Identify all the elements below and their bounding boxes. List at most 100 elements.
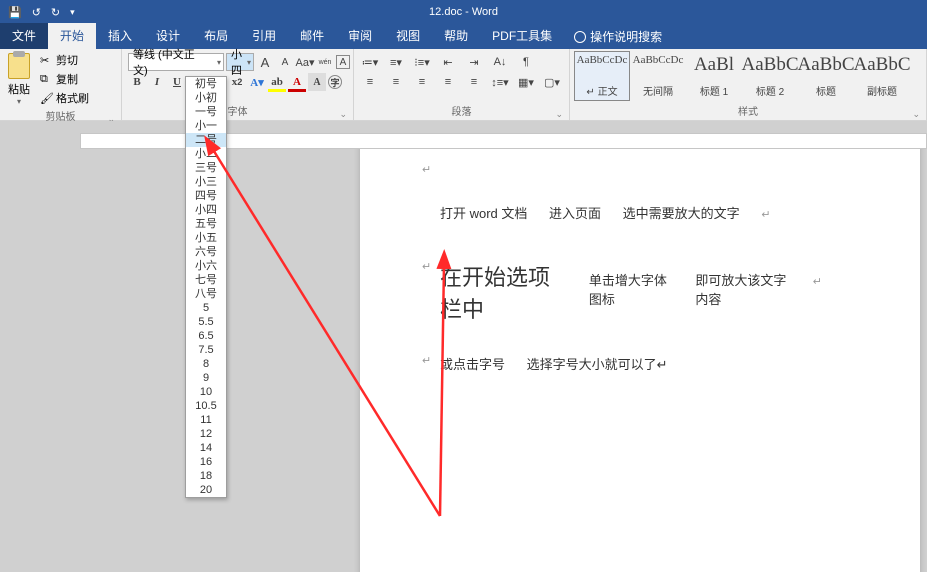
paste-button[interactable]: 粘贴 ▾ — [4, 51, 34, 108]
cut-button[interactable]: ✂剪切 — [36, 51, 93, 69]
decrease-indent-button[interactable]: ⇤ — [438, 53, 458, 71]
style-item-5[interactable]: AaBbC副标题 — [854, 51, 910, 101]
style-name: 标题 2 — [756, 83, 784, 98]
tab-home[interactable]: 开始 — [48, 23, 96, 49]
font-size-option[interactable]: 七号 — [186, 273, 226, 287]
font-size-option[interactable]: 六号 — [186, 245, 226, 259]
font-size-option[interactable]: 12 — [186, 427, 226, 441]
font-size-combo[interactable]: 小四 — [226, 53, 254, 71]
cut-label: 剪切 — [56, 52, 78, 68]
font-name-combo[interactable]: 等线 (中文正文) — [128, 53, 224, 71]
change-case-button[interactable]: Aa▾ — [296, 53, 314, 71]
tab-help[interactable]: 帮助 — [432, 23, 480, 49]
style-name: 无间隔 — [643, 83, 673, 98]
font-size-option[interactable]: 小六 — [186, 259, 226, 273]
phonetic-guide-button[interactable]: wén — [316, 53, 334, 71]
bullets-button[interactable]: ≔▾ — [360, 53, 380, 71]
font-size-option[interactable]: 5 — [186, 301, 226, 315]
redo-icon[interactable]: ↻ — [51, 6, 60, 19]
tell-me-search[interactable]: 操作说明搜索 — [564, 24, 672, 49]
numbering-button[interactable]: ≡▾ — [386, 53, 406, 71]
font-size-option[interactable]: 小初 — [186, 91, 226, 105]
char-shading-button[interactable]: A — [308, 73, 326, 91]
paste-icon — [8, 53, 30, 79]
enclose-char-button[interactable]: 字 — [328, 75, 342, 89]
group-styles-label: 样式 — [574, 103, 922, 120]
font-size-option[interactable]: 小一 — [186, 119, 226, 133]
justify-button[interactable]: ≡ — [438, 73, 458, 91]
style-item-2[interactable]: AaBl标题 1 — [686, 51, 742, 101]
font-size-option[interactable]: 二号 — [186, 133, 226, 147]
style-item-0[interactable]: AaBbCcDc↵ 正文 — [574, 51, 630, 101]
font-size-option[interactable]: 11 — [186, 413, 226, 427]
font-size-option[interactable]: 三号 — [186, 161, 226, 175]
font-size-option[interactable]: 6.5 — [186, 329, 226, 343]
document-page[interactable]: ↵ 打开 word 文档 进入页面 选中需要放大的文字 ↵ ↵ 在开始选项栏中 … — [360, 149, 920, 572]
font-size-option[interactable]: 八号 — [186, 287, 226, 301]
grow-font-button[interactable]: A — [256, 53, 274, 71]
highlight-button[interactable]: ab — [268, 73, 286, 91]
align-center-button[interactable]: ≡ — [386, 73, 406, 91]
font-size-option[interactable]: 8 — [186, 357, 226, 371]
align-left-button[interactable]: ≡ — [360, 73, 380, 91]
copy-button[interactable]: ⧉复制 — [36, 70, 93, 88]
undo-icon[interactable]: ↺ — [32, 6, 41, 19]
group-paragraph: ≔▾ ≡▾ ⁝≡▾ ⇤ ⇥ A↓ ¶ ≡ ≡ ≡ ≡ ≡ ↕≡▾ ▦▾ ▢▾ 段… — [354, 49, 570, 120]
style-item-3[interactable]: AaBbC标题 2 — [742, 51, 798, 101]
font-size-option[interactable]: 18 — [186, 469, 226, 483]
brush-icon: 🖌 — [40, 92, 52, 104]
doc-text-large: 在开始选项栏中 — [440, 260, 571, 324]
font-size-option[interactable]: 16 — [186, 455, 226, 469]
sort-button[interactable]: A↓ — [490, 53, 510, 71]
align-right-button[interactable]: ≡ — [412, 73, 432, 91]
copy-icon: ⧉ — [40, 73, 52, 85]
style-item-4[interactable]: AaBbC标题 — [798, 51, 854, 101]
borders-button[interactable]: ▢▾ — [542, 73, 562, 91]
font-size-option[interactable]: 小四 — [186, 203, 226, 217]
distribute-button[interactable]: ≡ — [464, 73, 484, 91]
font-size-dropdown[interactable]: 初号小初一号小一二号小二三号小三四号小四五号小五六号小六七号八号55.56.57… — [185, 76, 227, 498]
qat-more-icon[interactable]: ▾ — [70, 6, 75, 19]
font-size-option[interactable]: 小二 — [186, 147, 226, 161]
style-name: 标题 — [816, 83, 836, 98]
show-marks-button[interactable]: ¶ — [516, 53, 536, 71]
font-size-option[interactable]: 初号 — [186, 77, 226, 91]
tab-review[interactable]: 审阅 — [336, 23, 384, 49]
font-size-option[interactable]: 5.5 — [186, 315, 226, 329]
doc-text: 选择字号大小就可以了↵ — [527, 357, 668, 372]
font-size-option[interactable]: 10 — [186, 385, 226, 399]
tab-pdf[interactable]: PDF工具集 — [480, 23, 564, 49]
font-size-option[interactable]: 14 — [186, 441, 226, 455]
tab-view[interactable]: 视图 — [384, 23, 432, 49]
multilevel-button[interactable]: ⁝≡▾ — [412, 53, 432, 71]
font-size-option[interactable]: 一号 — [186, 105, 226, 119]
text-effects-button[interactable]: A▾ — [248, 73, 266, 91]
tab-file[interactable]: 文件 — [0, 23, 48, 49]
font-size-option[interactable]: 10.5 — [186, 399, 226, 413]
font-size-option[interactable]: 五号 — [186, 217, 226, 231]
font-size-option[interactable]: 20 — [186, 483, 226, 497]
font-color-button[interactable]: A — [288, 73, 306, 91]
char-border-button[interactable]: A — [336, 55, 350, 69]
style-item-1[interactable]: AaBbCcDc无间隔 — [630, 51, 686, 101]
tell-me-label: 操作说明搜索 — [590, 28, 662, 45]
group-paragraph-label: 段落 — [358, 103, 565, 120]
tab-references[interactable]: 引用 — [240, 23, 288, 49]
shrink-font-button[interactable]: A — [276, 53, 294, 71]
style-name: 标题 1 — [700, 83, 728, 98]
style-name: 副标题 — [867, 83, 897, 98]
style-name: ↵ 正文 — [586, 83, 617, 98]
font-size-option[interactable]: 9 — [186, 371, 226, 385]
font-size-option[interactable]: 小五 — [186, 231, 226, 245]
tab-mailings[interactable]: 邮件 — [288, 23, 336, 49]
increase-indent-button[interactable]: ⇥ — [464, 53, 484, 71]
format-painter-button[interactable]: 🖌格式刷 — [36, 89, 93, 107]
font-size-option[interactable]: 小三 — [186, 175, 226, 189]
save-icon[interactable]: 💾 — [8, 6, 22, 19]
line-spacing-button[interactable]: ↕≡▾ — [490, 73, 510, 91]
font-size-option[interactable]: 7.5 — [186, 343, 226, 357]
lightbulb-icon — [574, 31, 586, 43]
font-size-option[interactable]: 四号 — [186, 189, 226, 203]
shading-button[interactable]: ▦▾ — [516, 73, 536, 91]
font-size-value: 小四 — [231, 46, 242, 78]
